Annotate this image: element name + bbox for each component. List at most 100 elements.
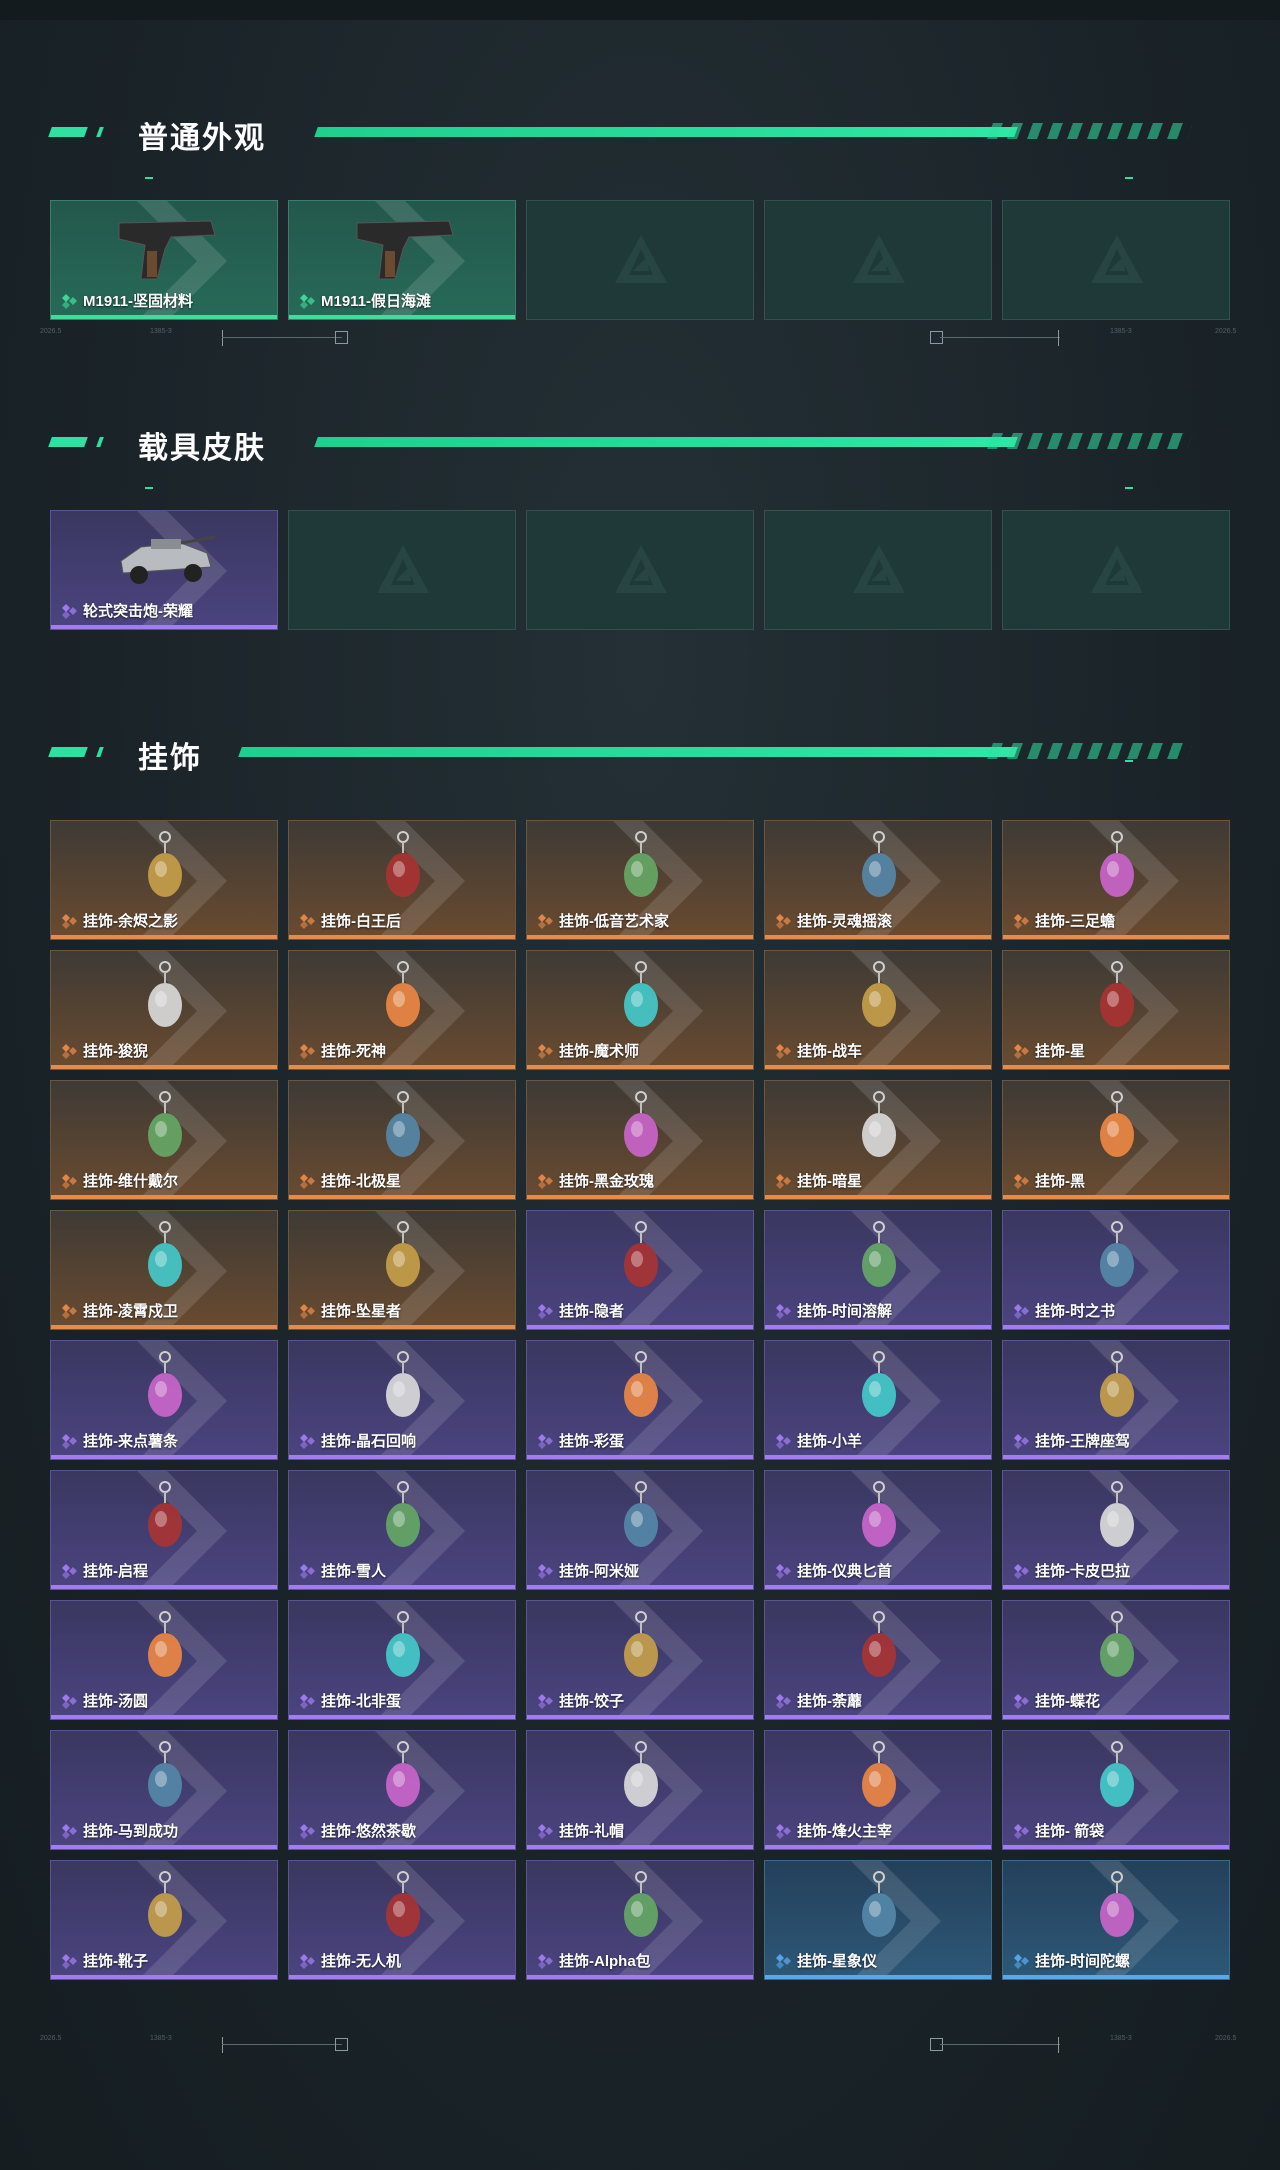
empty-slot[interactable] [526,510,754,630]
charm-card[interactable]: 挂饰-荼蘼 [764,1600,992,1720]
item-label: M1911-假日海滩 [321,293,432,310]
charm-card[interactable]: 挂饰-黑 [1002,1080,1230,1200]
charm-card[interactable]: 挂饰-星 [1002,950,1230,1070]
item-label: 挂饰-饺子 [559,1693,624,1710]
rarity-bar [765,1585,991,1589]
item-label: 挂饰-晶石回响 [321,1433,416,1450]
charm-card[interactable]: 挂饰-蝶花 [1002,1600,1230,1720]
charm-card[interactable]: 挂饰-礼帽 [526,1730,754,1850]
rarity-bar [289,1455,515,1459]
charm-card[interactable]: 挂饰-彩蛋 [526,1340,754,1460]
rarity-icon [537,1693,555,1709]
divider-tick [1058,2037,1059,2053]
charm-card[interactable]: 挂饰-无人机 [288,1860,516,1980]
charm-card[interactable]: 挂饰-隐者 [526,1210,754,1330]
charm-icon [849,1739,909,1817]
charm-card[interactable]: 挂饰-狻猊 [50,950,278,1070]
divider-tick [222,330,223,346]
divider: 2026.5 1385-3 1385-3 2026.5 [0,2035,1280,2055]
charm-icon [373,829,433,907]
rarity-bar [1003,1715,1229,1719]
rarity-icon [1013,913,1031,929]
charm-card[interactable]: 挂饰-王牌座驾 [1002,1340,1230,1460]
charm-card[interactable]: 挂饰-黑金玫瑰 [526,1080,754,1200]
charm-card[interactable]: 挂饰-悠然茶歇 [288,1730,516,1850]
charm-card[interactable]: 挂饰-晶石回响 [288,1340,516,1460]
charm-card[interactable]: 挂饰-烽火主宰 [764,1730,992,1850]
vehicle-skin-card[interactable]: 轮式突击炮-荣耀 [50,510,278,630]
charm-card[interactable]: 挂饰-灵魂摇滚 [764,820,992,940]
empty-slot[interactable] [764,200,992,320]
rarity-bar [1003,1975,1229,1979]
charm-icon [135,1219,195,1297]
charm-icon [373,1609,433,1687]
charm-card[interactable]: 挂饰-北非蛋 [288,1600,516,1720]
charm-icon [135,829,195,907]
rarity-bar [1003,1585,1229,1589]
charm-card[interactable]: 挂饰-Alpha包 [526,1860,754,1980]
item-label: 挂饰-暗星 [797,1173,862,1190]
charm-card[interactable]: 挂饰-小羊 [764,1340,992,1460]
charm-card[interactable]: 挂饰-三足蟾 [1002,820,1230,940]
divider-tick [222,2037,223,2053]
charm-card[interactable]: 挂饰-时之书 [1002,1210,1230,1330]
normal-skin-card[interactable]: M1911-假日海滩 [288,200,516,320]
rarity-bar [289,1195,515,1199]
charm-icon [611,959,671,1037]
section-title: 挂饰 [138,742,202,775]
empty-slot[interactable] [1002,510,1230,630]
rarity-icon [1013,1563,1031,1579]
section-header-normal: 普通外观 [0,105,1280,179]
charm-card[interactable]: 挂饰-战车 [764,950,992,1070]
empty-slot[interactable] [526,200,754,320]
charm-card[interactable]: 挂饰-马到成功 [50,1730,278,1850]
charm-card[interactable]: 挂饰-雪人 [288,1470,516,1590]
item-label: 挂饰-悠然茶歇 [321,1823,416,1840]
charm-icon [1087,1349,1147,1427]
empty-slot[interactable] [764,510,992,630]
rarity-bar [289,1845,515,1849]
header-line [314,437,1018,447]
rarity-icon [775,1043,793,1059]
item-label: 挂饰-星 [1035,1043,1085,1060]
charm-card[interactable]: 挂饰-卡皮巴拉 [1002,1470,1230,1590]
charm-card[interactable]: 挂饰-凌霄戍卫 [50,1210,278,1330]
charm-card[interactable]: 挂饰-白王后 [288,820,516,940]
rarity-icon [775,1563,793,1579]
charm-card[interactable]: 挂饰-余烬之影 [50,820,278,940]
charm-card[interactable]: 挂饰-阿米娅 [526,1470,754,1590]
charm-card[interactable]: 挂饰-仪典匕首 [764,1470,992,1590]
charm-card[interactable]: 挂饰-靴子 [50,1860,278,1980]
charm-card[interactable]: 挂饰-时间溶解 [764,1210,992,1330]
game-logo-icon [611,231,671,291]
rarity-icon [775,1433,793,1449]
charm-card[interactable]: 挂饰-维什戴尔 [50,1080,278,1200]
normal-skin-card[interactable]: M1911-坚固材料 [50,200,278,320]
charm-icon [1087,1219,1147,1297]
charm-card[interactable]: 挂饰-北极星 [288,1080,516,1200]
charm-card[interactable]: 挂饰-来点薯条 [50,1340,278,1460]
charm-card[interactable]: 挂饰-坠星者 [288,1210,516,1330]
charm-card[interactable]: 挂饰-低音艺术家 [526,820,754,940]
charm-card[interactable]: 挂饰- 箭袋 [1002,1730,1230,1850]
charm-icon [849,1869,909,1947]
divider-text: 2026.5 [1215,328,1237,335]
charm-card[interactable]: 挂饰-启程 [50,1470,278,1590]
rarity-bar [765,1715,991,1719]
empty-slot[interactable] [288,510,516,630]
charm-card[interactable]: 挂饰-汤圆 [50,1600,278,1720]
charm-card[interactable]: 挂饰-时间陀螺 [1002,1860,1230,1980]
charm-card[interactable]: 挂饰-死神 [288,950,516,1070]
charm-card[interactable]: 挂饰-魔术师 [526,950,754,1070]
charm-icon [135,1739,195,1817]
empty-slot[interactable] [1002,200,1230,320]
rarity-bar [1003,1195,1229,1199]
charm-card[interactable]: 挂饰-饺子 [526,1600,754,1720]
charm-card[interactable]: 挂饰-星象仪 [764,1860,992,1980]
rarity-icon [537,1433,555,1449]
charm-card[interactable]: 挂饰-暗星 [764,1080,992,1200]
game-logo-icon [1087,541,1147,601]
rarity-bar [765,1845,991,1849]
item-label: 挂饰-星象仪 [797,1953,877,1970]
game-logo-icon [849,231,909,291]
